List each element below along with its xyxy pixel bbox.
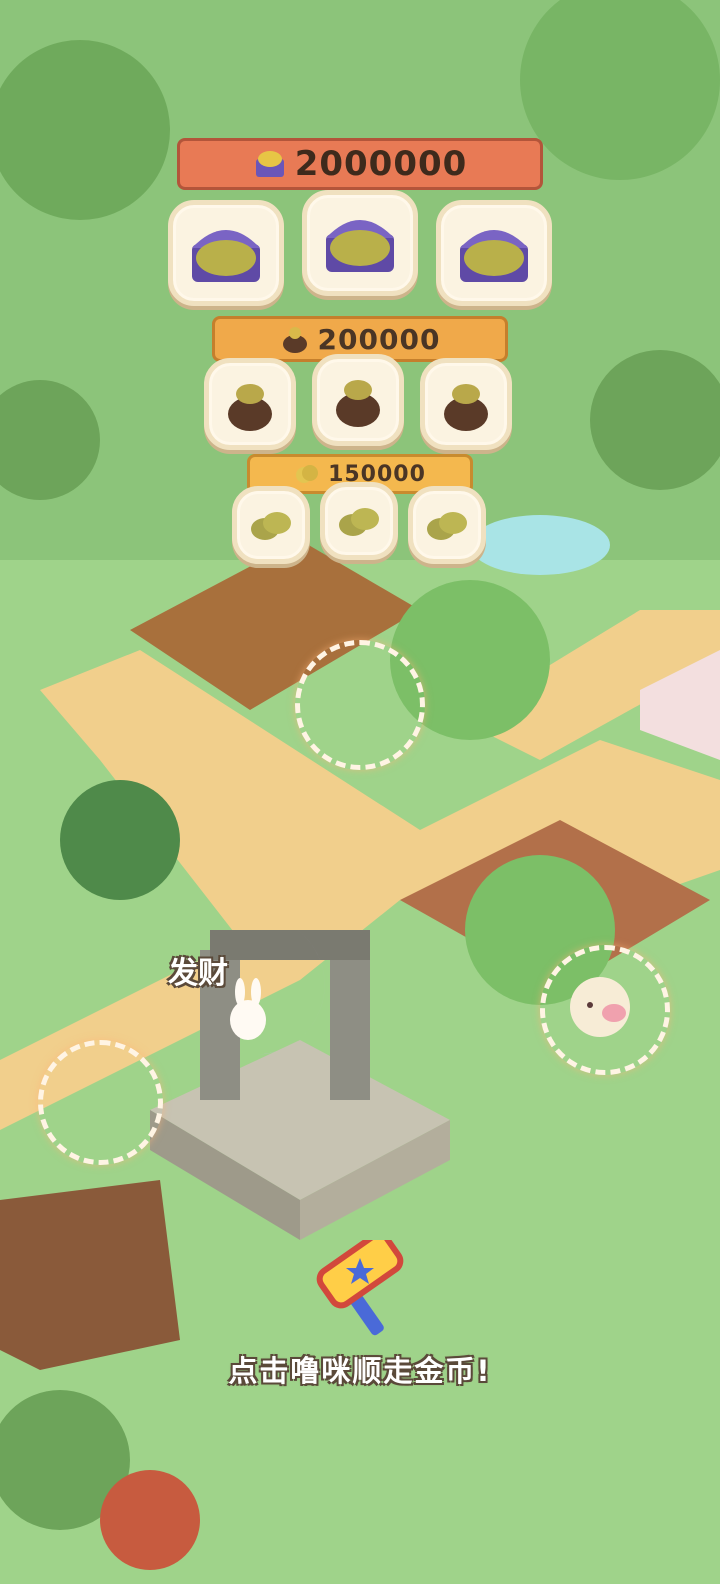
reward-banner-tier1: 2000000 [177, 138, 543, 190]
fortune-portal[interactable] [170, 900, 430, 1140]
reward-amount-tier2: 200000 [317, 322, 441, 356]
coin-bag-icon [228, 384, 272, 431]
reward-slot-tier2-2[interactable] [312, 354, 404, 446]
reward-slot-tier1-3[interactable] [436, 200, 552, 306]
treasure-chest-icon [460, 230, 528, 282]
reward-slot-tier1-1[interactable] [168, 200, 284, 306]
pickup-ring-garden[interactable] [295, 640, 425, 770]
coin-stack-icon [339, 508, 379, 536]
sheep-character[interactable] [560, 965, 640, 1045]
treasure-chest-icon [255, 151, 284, 177]
coin-stack-icon [427, 512, 467, 540]
treasure-chest-icon [326, 220, 394, 272]
reward-slot-tier2-1[interactable] [204, 358, 296, 450]
hint-text: 点击噜咪顺走金币! [228, 1354, 492, 1388]
reward-amount-tier1: 2000000 [294, 144, 468, 184]
reward-slot-tier3-2[interactable] [320, 482, 398, 560]
coin-bag-icon [444, 384, 488, 431]
coin-stack-icon [251, 512, 291, 540]
reward-slot-tier3-1[interactable] [232, 486, 310, 564]
treasure-chest-icon [192, 230, 260, 282]
reward-slot-tier3-3[interactable] [408, 486, 486, 564]
reward-slot-tier1-2[interactable] [302, 190, 418, 296]
hammer-icon[interactable] [310, 1240, 410, 1340]
coin-bag-icon [282, 327, 307, 353]
pickup-ring-rock[interactable] [38, 1040, 163, 1165]
portal-label: 发财 [168, 956, 228, 991]
reward-slot-tier2-3[interactable] [420, 358, 512, 450]
game-scene: 发财 2000000 200000 150000 点击噜咪顺走金币! [0, 0, 720, 1584]
coin-bag-icon [336, 380, 380, 427]
coin-stack-icon [296, 465, 319, 483]
